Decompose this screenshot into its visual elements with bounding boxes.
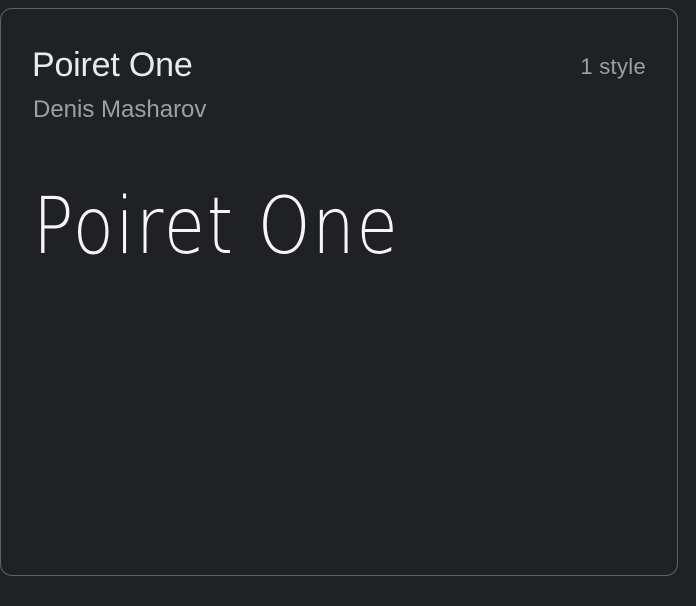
style-count: 1 style [580, 54, 646, 79]
font-specimen-preview: Poiret One [33, 182, 400, 272]
designer-name: Denis Masharov [33, 96, 207, 123]
font-card[interactable]: Poiret One 1 style Denis Masharov Poiret… [0, 8, 678, 576]
font-family-name[interactable]: Poiret One [32, 45, 193, 85]
